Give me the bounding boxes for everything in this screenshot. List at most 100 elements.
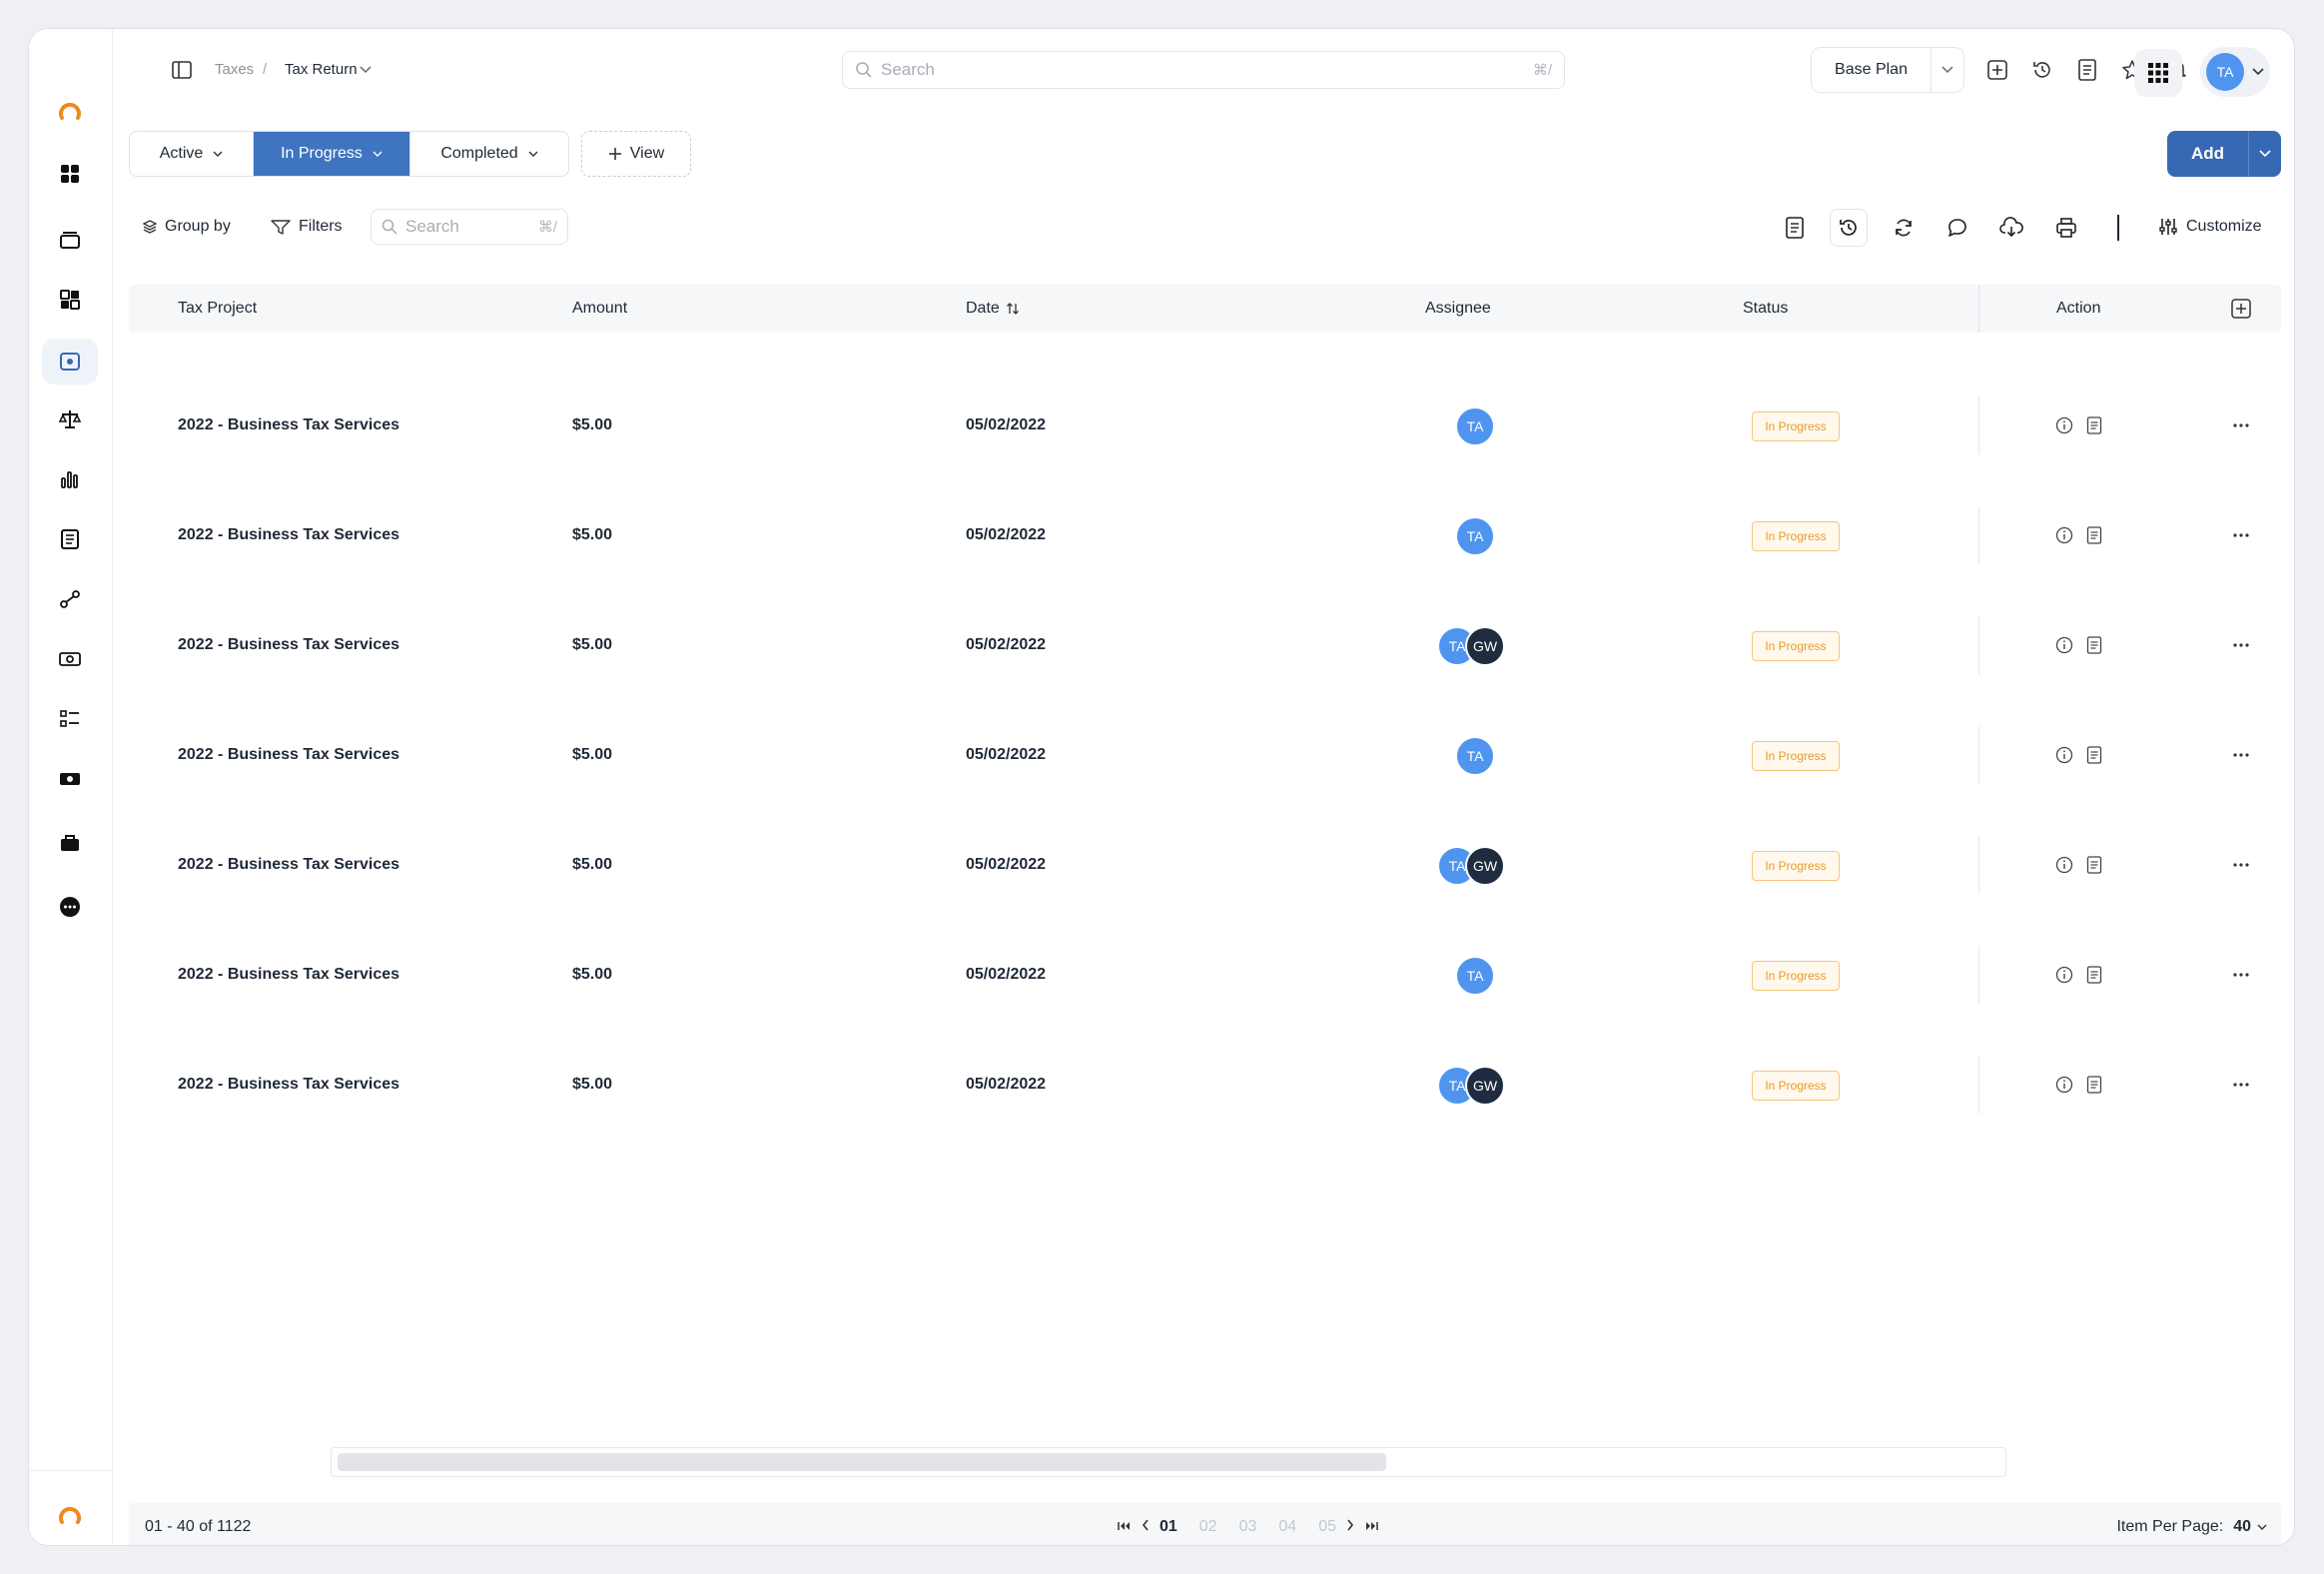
table-row[interactable]: 2022 - Business Tax Services $5.00 05/02… bbox=[129, 371, 2281, 480]
filters-button[interactable]: Filters bbox=[271, 209, 343, 245]
tab-active[interactable]: Active bbox=[130, 132, 254, 176]
info-icon[interactable] bbox=[2053, 1074, 2075, 1096]
apps-grid-icon[interactable] bbox=[42, 277, 98, 323]
table-row[interactable]: 2022 - Business Tax Services $5.00 05/02… bbox=[129, 1030, 2281, 1140]
page-number[interactable]: 03 bbox=[1239, 1518, 1257, 1536]
prev-page-icon[interactable] bbox=[1142, 1518, 1150, 1536]
info-icon[interactable] bbox=[2053, 634, 2075, 656]
info-icon[interactable] bbox=[2053, 524, 2075, 546]
assignee-avatar[interactable]: TA bbox=[1455, 736, 1495, 776]
tax-project-cell[interactable]: 2022 - Business Tax Services bbox=[178, 371, 399, 480]
more-icon[interactable] bbox=[42, 884, 98, 930]
per-page-selector[interactable]: Item Per Page: 40 bbox=[2116, 1503, 2267, 1545]
table-search-input[interactable]: Search ⌘/ bbox=[371, 209, 568, 245]
document-icon[interactable] bbox=[2083, 634, 2105, 656]
sidebar-toggle-icon[interactable] bbox=[169, 57, 195, 83]
chevron-down-icon[interactable] bbox=[359, 63, 373, 77]
global-search-input[interactable]: Search ⌘/ bbox=[842, 51, 1565, 89]
ledger-icon[interactable] bbox=[42, 516, 98, 562]
assignee-avatar[interactable]: GW bbox=[1465, 626, 1505, 666]
briefcase-icon[interactable] bbox=[42, 820, 98, 866]
tab-completed[interactable]: Completed bbox=[410, 132, 568, 176]
more-options-icon[interactable] bbox=[2230, 414, 2252, 436]
print-icon[interactable] bbox=[2047, 209, 2085, 247]
next-page-icon[interactable] bbox=[1346, 1518, 1354, 1536]
first-page-icon[interactable] bbox=[1118, 1518, 1132, 1536]
table-row[interactable]: 2022 - Business Tax Services $5.00 05/02… bbox=[129, 590, 2281, 700]
column-header-tax-project[interactable]: Tax Project bbox=[178, 285, 257, 333]
sort-icon[interactable] bbox=[1006, 302, 1020, 316]
table-row[interactable]: 2022 - Business Tax Services $5.00 05/02… bbox=[129, 700, 2281, 810]
column-header-assignee[interactable]: Assignee bbox=[1425, 285, 1491, 333]
last-page-icon[interactable] bbox=[1364, 1518, 1378, 1536]
tax-project-cell[interactable]: 2022 - Business Tax Services bbox=[178, 810, 399, 920]
more-options-icon[interactable] bbox=[2230, 964, 2252, 986]
assignee-avatar[interactable]: TA bbox=[1455, 516, 1495, 556]
assignee-avatar[interactable]: GW bbox=[1465, 846, 1505, 886]
document-icon[interactable] bbox=[1776, 209, 1814, 247]
more-options-icon[interactable] bbox=[2230, 634, 2252, 656]
comment-icon[interactable] bbox=[1938, 209, 1976, 247]
history-icon[interactable] bbox=[2028, 56, 2056, 84]
table-row[interactable]: 2022 - Business Tax Services $5.00 05/02… bbox=[129, 480, 2281, 590]
column-header-status[interactable]: Status bbox=[1743, 285, 1788, 333]
tax-project-cell[interactable]: 2022 - Business Tax Services bbox=[178, 920, 399, 1030]
table-row[interactable]: 2022 - Business Tax Services $5.00 05/02… bbox=[129, 810, 2281, 920]
tax-return-icon[interactable] bbox=[42, 339, 98, 385]
layers-icon[interactable] bbox=[42, 217, 98, 263]
tax-project-cell[interactable]: 2022 - Business Tax Services bbox=[178, 700, 399, 810]
add-column-icon[interactable] bbox=[2231, 285, 2251, 333]
document-icon[interactable] bbox=[2083, 854, 2105, 876]
chevron-down-icon[interactable] bbox=[1932, 48, 1963, 92]
payments-icon[interactable] bbox=[42, 636, 98, 682]
column-header-action[interactable]: Action bbox=[2056, 285, 2100, 333]
document-icon[interactable] bbox=[2083, 1074, 2105, 1096]
group-by-button[interactable]: Group by bbox=[143, 209, 231, 245]
logo-icon[interactable] bbox=[42, 89, 98, 135]
history-icon[interactable] bbox=[1830, 209, 1868, 247]
page-number[interactable]: 01 bbox=[1160, 1518, 1177, 1536]
add-square-icon[interactable] bbox=[1984, 57, 2010, 83]
document-icon[interactable] bbox=[2083, 414, 2105, 436]
user-menu[interactable]: TA bbox=[2200, 47, 2270, 97]
horizontal-scrollbar[interactable] bbox=[331, 1447, 2006, 1477]
logo-icon-bottom[interactable] bbox=[42, 1493, 98, 1539]
plan-selector[interactable]: Base Plan bbox=[1811, 47, 1964, 93]
info-icon[interactable] bbox=[2053, 414, 2075, 436]
add-button[interactable]: Add bbox=[2167, 131, 2281, 177]
page-number[interactable]: 05 bbox=[1318, 1518, 1336, 1536]
document-icon[interactable] bbox=[2083, 744, 2105, 766]
app-launcher-button[interactable] bbox=[2134, 49, 2182, 97]
tab-in-progress[interactable]: In Progress bbox=[254, 132, 410, 176]
document-icon[interactable] bbox=[2083, 524, 2105, 546]
assignee-avatar[interactable]: GW bbox=[1465, 1066, 1505, 1106]
info-icon[interactable] bbox=[2053, 744, 2075, 766]
more-options-icon[interactable] bbox=[2230, 1074, 2252, 1096]
breadcrumb-current[interactable]: Tax Return bbox=[285, 61, 358, 78]
bar-chart-icon[interactable] bbox=[42, 456, 98, 502]
page-number[interactable]: 02 bbox=[1199, 1518, 1217, 1536]
dashboard-icon[interactable] bbox=[42, 151, 98, 197]
page-number[interactable]: 04 bbox=[1278, 1518, 1296, 1536]
column-header-date[interactable]: Date bbox=[966, 285, 1020, 333]
tax-project-cell[interactable]: 2022 - Business Tax Services bbox=[178, 1030, 399, 1140]
scales-icon[interactable] bbox=[42, 396, 98, 442]
info-icon[interactable] bbox=[2053, 964, 2075, 986]
add-view-button[interactable]: View bbox=[581, 131, 691, 177]
more-options-icon[interactable] bbox=[2230, 744, 2252, 766]
checklist-icon[interactable] bbox=[42, 696, 98, 742]
info-icon[interactable] bbox=[2053, 854, 2075, 876]
breadcrumb-parent[interactable]: Taxes bbox=[215, 61, 254, 78]
assignee-avatar[interactable]: TA bbox=[1455, 956, 1495, 996]
refresh-icon[interactable] bbox=[1885, 209, 1923, 247]
document-icon[interactable] bbox=[2083, 964, 2105, 986]
more-options-icon[interactable] bbox=[2230, 524, 2252, 546]
chevron-down-icon[interactable] bbox=[2249, 131, 2281, 177]
tax-project-cell[interactable]: 2022 - Business Tax Services bbox=[178, 480, 399, 590]
scrollbar-thumb[interactable] bbox=[338, 1453, 1386, 1471]
workflow-icon[interactable] bbox=[42, 576, 98, 622]
cash-icon[interactable] bbox=[42, 756, 98, 802]
assignee-avatar[interactable]: TA bbox=[1455, 406, 1495, 446]
more-options-icon[interactable] bbox=[2230, 854, 2252, 876]
table-row[interactable]: 2022 - Business Tax Services $5.00 05/02… bbox=[129, 920, 2281, 1030]
